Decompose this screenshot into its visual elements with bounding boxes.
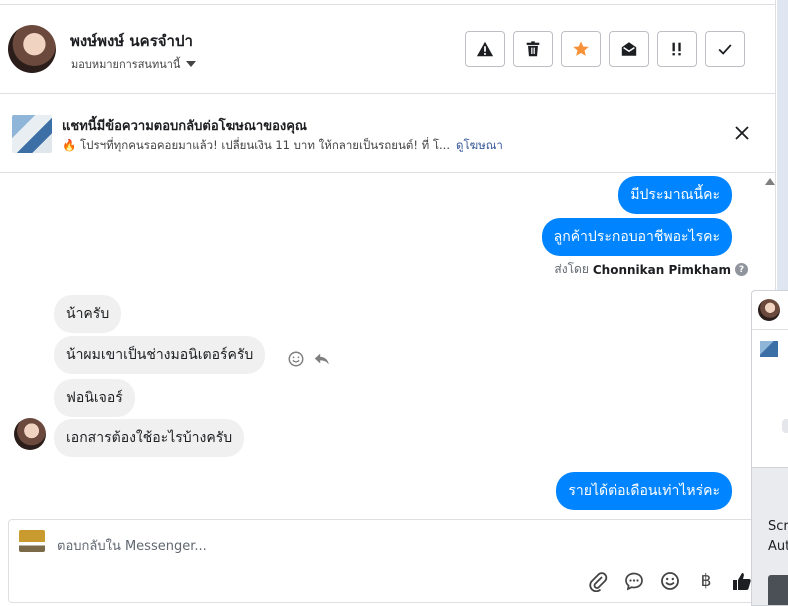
incoming-message[interactable]: ฟอนิเจอร์ [54,379,135,417]
scroll-up-icon[interactable] [765,178,775,185]
reply-icon[interactable] [313,350,331,368]
secondary-chat-window[interactable]: Scr Aut [751,290,788,606]
page-logo [19,530,45,552]
ad-reply-banner: แชทนี้มีข้อความตอบกลับต่อโฆษณาของคุณ 🔥 โ… [0,95,776,173]
secondary-bubble [782,419,788,433]
conversation-panel: พงษ์พงษ์ นครจำปา มอบหมายการสนทนานี้ แชทน… [0,0,776,606]
outgoing-message[interactable]: รายได้ต่อเดือนเท่าไหร่คะ [556,472,732,510]
composer-toolbar: ฿ [587,570,753,592]
outgoing-message[interactable]: มีประมาณนี้คะ [618,176,732,214]
reply-input[interactable]: ตอบกลับใน Messenger... [57,535,207,556]
secondary-ad-thumbnail [760,341,778,357]
outgoing-message[interactable]: ลูกค้าประกอบอาชีพอะไรคะ [541,218,732,256]
help-icon[interactable]: ? [735,263,748,276]
contact-avatar[interactable] [8,25,56,73]
saved-replies-icon[interactable] [623,570,645,592]
header-actions [465,31,745,67]
contact-avatar-small [14,418,46,450]
incoming-message[interactable]: น้าผมเขาเป็นช่างมอนิเตอร์ครับ [54,336,266,374]
emoji-icon[interactable] [659,570,681,592]
spam-button[interactable] [465,31,505,67]
assign-label: มอบหมายการสนทนานี้ [71,58,181,71]
secondary-avatar [758,299,780,321]
contact-name[interactable]: พงษ์พงษ์ นครจำปา [70,29,193,53]
sent-by-name: Chonnikan Pimkham [592,262,731,277]
reply-composer: ตอบกลับใน Messenger... ฿ [8,519,768,603]
message-hover-actions [287,350,331,368]
incoming-message[interactable]: เอกสารต้องใช้อะไรบ้างครับ [54,419,245,457]
exclamation-icon [672,42,681,56]
warning-icon [476,41,494,57]
secondary-text-2: Aut [768,539,788,554]
sent-by-label: ส่งโดย [554,262,589,276]
mark-unread-button[interactable] [609,31,649,67]
attachment-icon[interactable] [587,570,609,592]
follow-up-button[interactable] [657,31,697,67]
close-icon[interactable] [734,125,750,141]
conversation-header: พงษ์พงษ์ นครจำปา มอบหมายการสนทนานี้ [0,4,776,94]
messenger-inbox: พงษ์พงษ์ นครจำปา มอบหมายการสนทนานี้ แชทน… [0,0,788,606]
ad-banner-title: แชทนี้มีข้อความตอบกลับต่อโฆษณาของคุณ [62,119,307,134]
secondary-text-1: Scr [768,519,788,534]
envelope-open-icon [621,42,637,56]
thumbs-up-icon[interactable] [731,570,753,592]
sent-by-line: ส่งโดย Chonnikan Pimkham ? [554,260,748,279]
ad-thumbnail[interactable] [12,115,52,153]
star-icon [573,41,589,56]
done-button[interactable] [705,31,745,67]
ad-description: 🔥 โปรฯที่ทุกคนรอคอยมาแล้ว! เปลี่ยนเงิน 1… [62,138,450,152]
view-ad-link[interactable]: ดูโฆษณา [456,138,503,152]
trash-icon [526,41,540,57]
caret-down-icon [186,61,197,67]
assign-dropdown[interactable]: มอบหมายการสนทนานี้ [71,55,197,73]
delete-button[interactable] [513,31,553,67]
react-emoji-icon[interactable] [287,350,305,368]
ad-banner-subtitle: 🔥 โปรฯที่ทุกคนรอคอยมาแล้ว! เปลี่ยนเงิน 1… [62,137,503,155]
message-thread: มีประมาณนี้คะ ลูกค้าประกอบอาชีพอะไรคะ ส่… [0,174,764,518]
check-icon [718,44,732,55]
payment-icon[interactable]: ฿ [695,571,717,591]
divider [752,329,788,330]
incoming-message[interactable]: น้าครับ [54,295,122,333]
star-button[interactable] [561,31,601,67]
secondary-button[interactable] [768,575,788,605]
